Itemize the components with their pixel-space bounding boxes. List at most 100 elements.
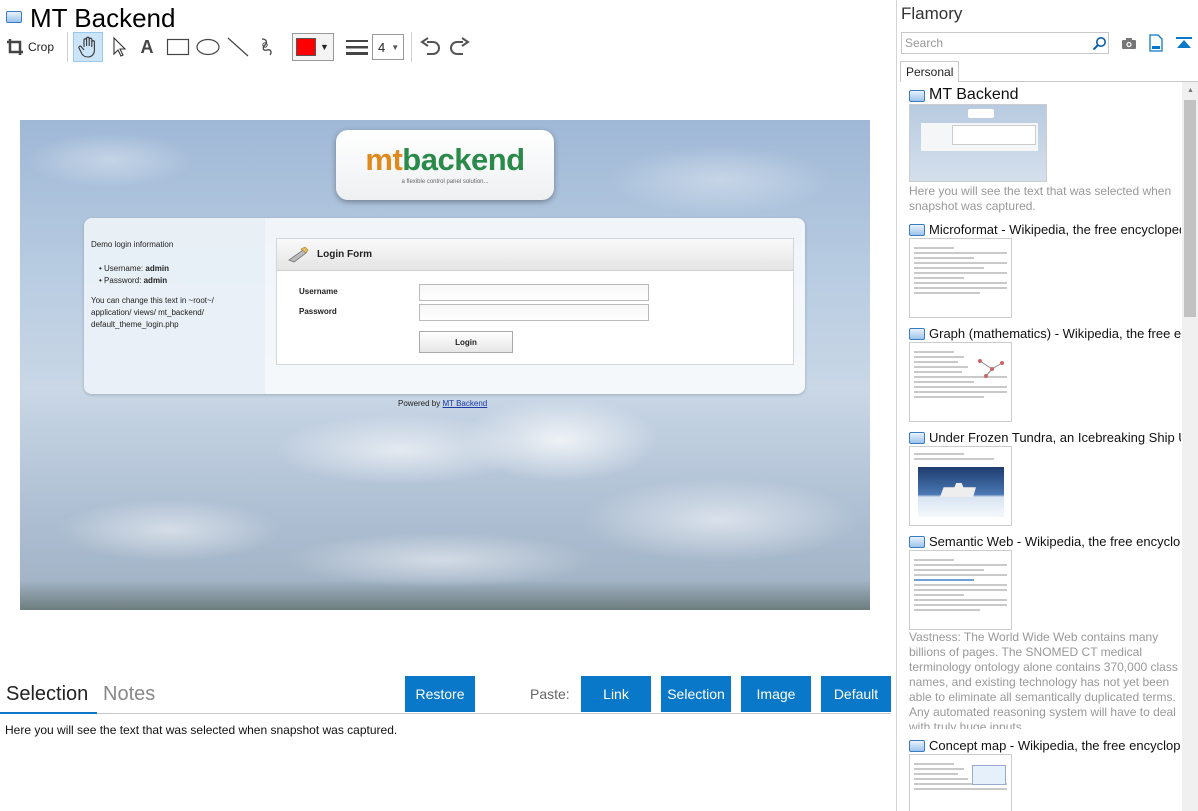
login-panel: Demo login information • Username: admin… xyxy=(84,218,805,394)
demo-info: Demo login information • Username: admin… xyxy=(91,239,261,331)
username-label: Username xyxy=(299,287,338,296)
login-form-icon xyxy=(288,246,309,262)
thumbnail xyxy=(909,550,1012,630)
thumbnail xyxy=(909,754,1012,811)
line-style-button[interactable] xyxy=(344,32,370,62)
chevron-down-icon: ▼ xyxy=(320,42,329,52)
page-icon xyxy=(909,224,925,236)
list-item-desc: Here you will see the text that was sele… xyxy=(909,184,1172,213)
sidebar-app-name: Flamory xyxy=(901,4,963,23)
concept-map-thumbnail xyxy=(972,765,1006,785)
paste-link-button[interactable]: Link xyxy=(581,676,651,712)
restore-button[interactable]: Restore xyxy=(405,676,475,712)
page-icon xyxy=(909,536,925,548)
document-icon[interactable] xyxy=(1149,34,1163,52)
selection-text: Here you will see the text that was sele… xyxy=(5,723,398,737)
line-tool-button[interactable] xyxy=(224,32,252,62)
search-placeholder: Search xyxy=(905,36,944,50)
freehand-icon xyxy=(261,38,272,56)
list-item-title: Microformat - Wikipedia, the free encycl… xyxy=(929,222,1181,237)
thumbnail xyxy=(909,238,1012,318)
username-input[interactable] xyxy=(419,284,649,301)
line-width-value: 4 xyxy=(378,39,386,55)
line-icon xyxy=(227,37,249,57)
crop-label: Crop xyxy=(28,40,55,54)
page-icon xyxy=(909,90,925,102)
page-title: MT Backend xyxy=(30,3,176,33)
undo-icon xyxy=(420,37,440,55)
thumbnail xyxy=(909,342,1012,422)
hand-icon xyxy=(78,36,95,58)
demo-password-label: Password: xyxy=(104,276,144,285)
rectangle-icon xyxy=(166,38,190,56)
list-item-title: MT Backend xyxy=(929,86,1019,103)
powered-by-link[interactable]: MT Backend xyxy=(442,399,487,408)
list-item[interactable]: Semantic Web - Wikipedia, the free encyc… xyxy=(909,534,1189,744)
color-picker[interactable]: ▼ xyxy=(292,33,334,61)
color-swatch xyxy=(296,38,316,56)
logo-backend-text: backend xyxy=(402,142,525,177)
list-item-title: Under Frozen Tundra, an Icebreaking Ship… xyxy=(929,430,1181,445)
text-tool-button[interactable]: A xyxy=(134,32,160,62)
mt-backend-logo: mtbackend a flexible control panel solut… xyxy=(336,130,554,200)
list-item-title: Semantic Web - Wikipedia, the free encyc… xyxy=(929,534,1181,549)
paste-default-button[interactable]: Default xyxy=(821,676,891,712)
password-input[interactable] xyxy=(419,304,649,321)
ellipse-tool-button[interactable] xyxy=(194,32,222,62)
graph-thumbnail-icon xyxy=(978,359,1004,378)
list-item[interactable]: MT Backend Here you will see the text th… xyxy=(909,86,1189,218)
list-item[interactable]: Concept map - Wikipedia, the free encycl… xyxy=(909,738,1189,811)
line-style-icon xyxy=(346,40,368,55)
rectangle-tool-button[interactable] xyxy=(163,32,193,62)
page-icon xyxy=(909,328,925,340)
logo-tagline: a flexible control panel solution... xyxy=(401,179,489,185)
demo-username-label: Username: xyxy=(104,264,146,273)
thumbnail xyxy=(909,104,1047,182)
demo-change-text: You can change this text in ~root~/ appl… xyxy=(91,296,214,329)
tab-notes[interactable]: Notes xyxy=(103,683,155,706)
redo-button[interactable] xyxy=(446,32,474,62)
list-item[interactable]: Graph (mathematics) - Wikipedia, the fre… xyxy=(909,326,1189,426)
page-icon xyxy=(909,740,925,752)
camera-icon[interactable] xyxy=(1121,36,1137,50)
logo-mt-text: mt xyxy=(365,142,403,177)
password-label: Password xyxy=(299,307,337,316)
thumbnail xyxy=(909,446,1012,526)
crop-button[interactable]: Crop xyxy=(6,32,60,62)
collapse-icon[interactable] xyxy=(1175,36,1193,50)
login-button[interactable]: Login xyxy=(419,331,513,353)
search-icon[interactable] xyxy=(1092,36,1107,51)
powered-by: Powered by MT Backend xyxy=(398,399,487,408)
demo-heading: Demo login information xyxy=(91,240,174,249)
main-pane: MT Backend Crop A ▼ 4 ▼ mtbackend a flex… xyxy=(0,0,897,811)
app-page-icon xyxy=(6,11,22,23)
paste-image-button[interactable]: Image xyxy=(741,676,811,712)
list-item-title: Graph (mathematics) - Wikipedia, the fre… xyxy=(929,326,1181,341)
redo-icon xyxy=(450,37,470,55)
paste-selection-button[interactable]: Selection xyxy=(661,676,731,712)
login-form: Login Form Username Password Login xyxy=(276,238,794,365)
text-icon: A xyxy=(140,36,154,57)
sidebar: Flamory Search Personal ▲ MT Backend Her… xyxy=(897,0,1198,811)
tab-personal[interactable]: Personal xyxy=(900,61,959,82)
powered-by-text: Powered by xyxy=(398,399,443,408)
line-width-select[interactable]: 4 ▼ xyxy=(372,34,404,60)
list-item[interactable]: Microformat - Wikipedia, the free encycl… xyxy=(909,222,1189,322)
hand-tool-button[interactable] xyxy=(73,32,103,62)
search-box[interactable]: Search xyxy=(901,32,1109,54)
undo-button[interactable] xyxy=(416,32,444,62)
pointer-tool-button[interactable] xyxy=(105,32,133,62)
demo-password-value: admin xyxy=(143,276,168,285)
ellipse-icon xyxy=(196,38,220,56)
list-item-title: Concept map - Wikipedia, the free encycl… xyxy=(929,738,1181,753)
list-item[interactable]: Under Frozen Tundra, an Icebreaking Ship… xyxy=(909,430,1189,530)
crop-icon xyxy=(7,39,23,55)
list-item-desc: Vastness: The World Wide Web contains ma… xyxy=(909,630,1178,729)
demo-username-value: admin xyxy=(145,264,169,273)
tab-selection[interactable]: Selection xyxy=(6,683,88,706)
tab-selection-underline xyxy=(0,712,97,714)
paste-label: Paste: xyxy=(530,686,570,702)
pointer-icon xyxy=(113,36,127,57)
freehand-tool-button[interactable] xyxy=(254,32,282,62)
snapshot-image: mtbackend a flexible control panel solut… xyxy=(20,120,870,610)
